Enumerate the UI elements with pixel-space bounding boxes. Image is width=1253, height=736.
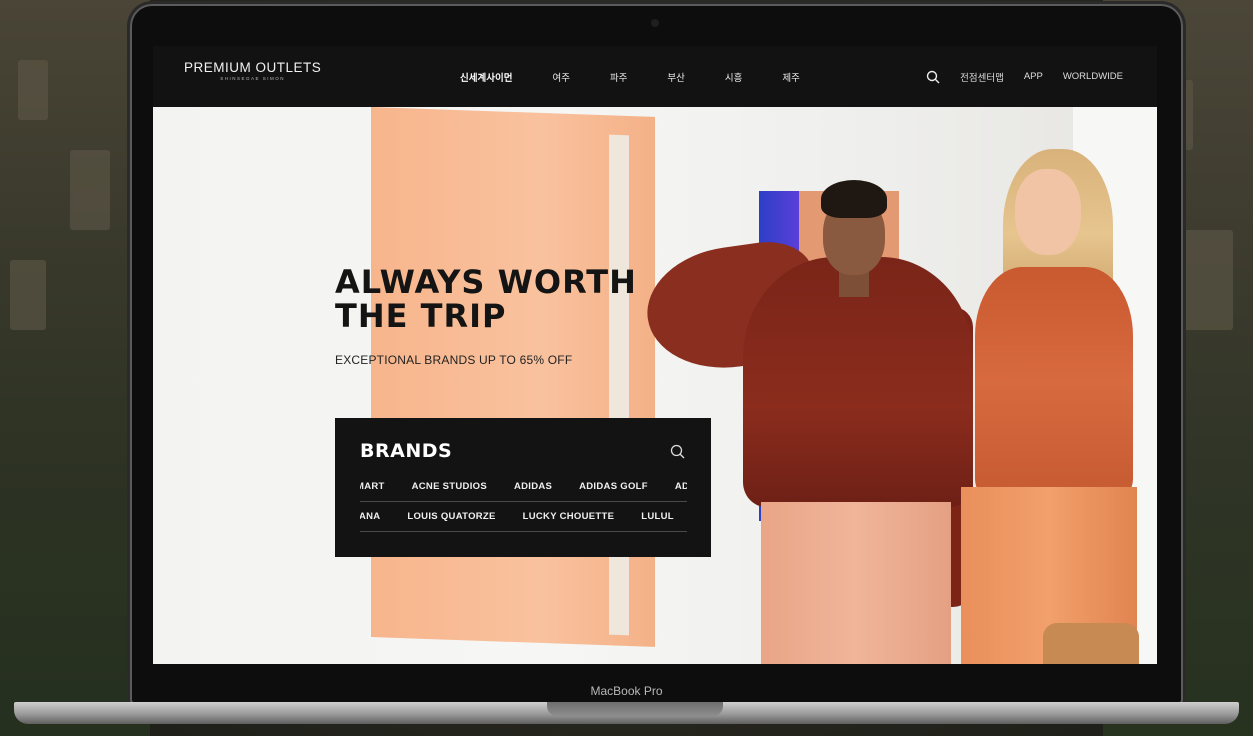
- brands-search-icon[interactable]: [670, 444, 685, 464]
- hero-subtitle: EXCEPTIONAL BRANDS UP TO 65% OFF: [335, 353, 573, 367]
- menu-item-shinsegae-simon[interactable]: 신세계사이먼: [460, 70, 512, 84]
- search-icon[interactable]: [926, 70, 940, 84]
- location-menu: 신세계사이먼 여주 파주 부산 시흥 제주: [460, 46, 840, 107]
- brand-link[interactable]: MART: [360, 473, 385, 501]
- logo-text: PREMIUM OUTLETS: [184, 60, 322, 75]
- brands-title: BRANDS: [360, 440, 453, 462]
- brand-row-2: IANA LOUIS QUATORZE LUCKY CHOUETTE LULUL: [360, 503, 687, 532]
- brand-link[interactable]: ACNE STUDIOS: [412, 473, 487, 501]
- brand-link[interactable]: LUCKY CHOUETTE: [523, 503, 615, 531]
- app-link[interactable]: APP: [1024, 71, 1043, 82]
- background-left: [0, 0, 150, 736]
- macbook-pro-label: MacBook Pro: [590, 684, 663, 698]
- brands-panel: BRANDS MART ACNE STUDIOS ADIDAS ADIDAS G…: [335, 418, 711, 557]
- logo-subtext: SHINSEGAE SIMON: [220, 76, 286, 81]
- utility-menu: 전점센터맵 APP WORLDWIDE: [926, 46, 1123, 107]
- hero-banner: ALWAYS WORTH THE TRIP EXCEPTIONAL BRANDS…: [153, 107, 1157, 664]
- laptop-notch: [547, 702, 723, 716]
- menu-item-paju[interactable]: 파주: [610, 70, 627, 84]
- menu-item-yeoju[interactable]: 여주: [552, 70, 569, 84]
- top-navigation: PREMIUM OUTLETS SHINSEGAE SIMON 신세계사이먼 여…: [153, 46, 1157, 107]
- store-map-link[interactable]: 전점센터맵: [960, 70, 1004, 84]
- model-1-hair: [821, 180, 887, 218]
- menu-item-busan[interactable]: 부산: [667, 70, 684, 84]
- model-1-pants: [761, 502, 951, 664]
- model-2-bag: [1043, 623, 1139, 664]
- model-2-jacket: [975, 267, 1133, 497]
- brand-link[interactable]: ADIDAS: [514, 473, 552, 501]
- worldwide-link[interactable]: WORLDWIDE: [1063, 71, 1123, 82]
- artwork-stripe: [609, 134, 629, 636]
- menu-item-jeju[interactable]: 제주: [782, 70, 799, 84]
- model-2-face: [1015, 169, 1081, 255]
- hero-title-line-1: ALWAYS WORTH: [335, 263, 637, 301]
- brand-row-1: MART ACNE STUDIOS ADIDAS ADIDAS GOLF AD: [360, 473, 687, 502]
- hero-title-line-2: THE TRIP: [335, 297, 507, 335]
- premium-outlets-logo[interactable]: PREMIUM OUTLETS SHINSEGAE SIMON: [184, 60, 321, 81]
- brand-link[interactable]: IANA: [360, 503, 380, 531]
- webcam: [651, 19, 659, 27]
- brand-link[interactable]: LOUIS QUATORZE: [407, 503, 495, 531]
- browser-screen: PREMIUM OUTLETS SHINSEGAE SIMON 신세계사이먼 여…: [153, 46, 1157, 664]
- brand-link[interactable]: ADIDAS GOLF: [579, 473, 648, 501]
- menu-item-siheung[interactable]: 시흥: [725, 70, 742, 84]
- brand-link[interactable]: LULUL: [641, 503, 674, 531]
- brand-link[interactable]: AD: [675, 473, 687, 501]
- hero-title: ALWAYS WORTH THE TRIP: [335, 265, 637, 333]
